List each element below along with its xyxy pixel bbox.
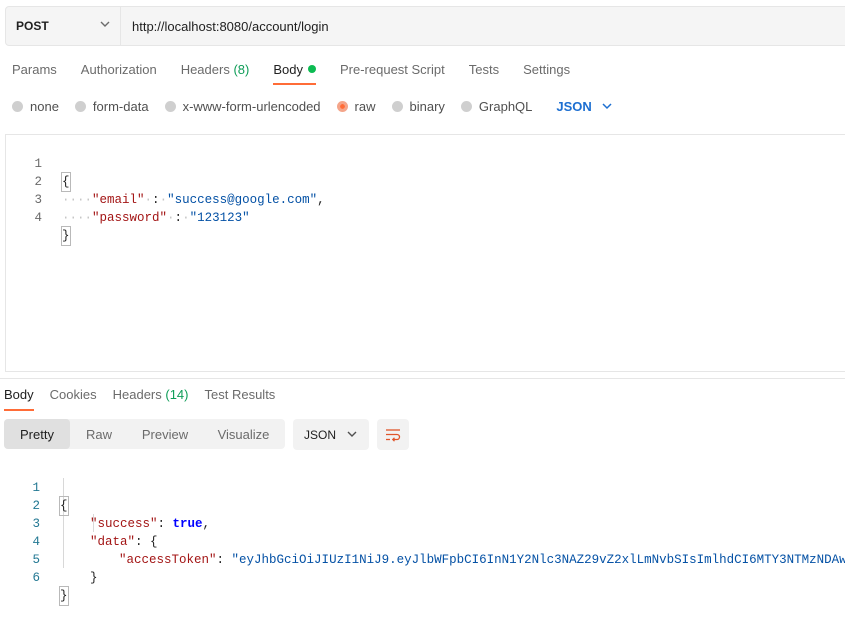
radio-label: none	[30, 98, 59, 114]
wrap-lines-icon	[386, 428, 401, 442]
body-type-options: none form-data x-www-form-urlencoded raw…	[12, 97, 612, 115]
json-key: "email"	[92, 193, 145, 207]
wrap-lines-button[interactable]	[377, 419, 409, 450]
json-value: true	[172, 517, 203, 531]
brace: {	[61, 172, 71, 192]
method-select[interactable]: POST	[6, 7, 121, 45]
json-value: "eyJhbGciOiJIUzI1NiJ9.eyJlbWFpbCI6InN1Y2…	[231, 553, 845, 567]
radio-icon	[164, 100, 176, 112]
json-comma: ,	[317, 193, 325, 207]
radio-binary[interactable]: binary	[391, 98, 445, 114]
code-line: 3 ····"password"·:·"123123"	[6, 173, 249, 225]
tab-label: Headers	[180, 62, 230, 77]
tab-label: Cookies	[49, 387, 97, 402]
tab-cookies[interactable]: Cookies	[50, 387, 97, 411]
tab-test-results[interactable]: Test Results	[205, 387, 276, 411]
tab-settings[interactable]: Settings	[523, 62, 570, 85]
code-line: 6 }	[0, 551, 69, 606]
brace: {	[150, 535, 158, 549]
radio-label: raw	[354, 98, 376, 114]
radio-none[interactable]: none	[12, 99, 59, 114]
brace: }	[90, 571, 98, 585]
tab-label: Authorization	[80, 62, 157, 77]
body-format-dropdown[interactable]: JSON	[556, 98, 612, 114]
tab-label: Params	[12, 62, 57, 77]
view-pretty-button[interactable]: Pretty	[4, 419, 70, 449]
radio-icon	[391, 100, 403, 112]
headers-count: (8)	[233, 62, 250, 77]
indent-guide	[63, 478, 64, 568]
headers-count: (14)	[165, 387, 189, 402]
code-line: 1 {	[6, 137, 71, 192]
tab-tests[interactable]: Tests	[469, 62, 499, 85]
request-tabs: Params Authorization Headers (8) Body Pr…	[12, 62, 594, 85]
code-line: 4 }	[6, 191, 71, 246]
body-format-label: JSON	[556, 98, 592, 114]
json-key: "accessToken"	[119, 553, 217, 567]
pane-divider[interactable]	[0, 378, 845, 379]
view-raw-button[interactable]: Raw	[70, 419, 128, 449]
view-preview-button[interactable]: Preview	[128, 419, 202, 449]
line-number: 6	[32, 571, 40, 585]
tab-label: Pre-request Script	[339, 62, 445, 77]
radio-icon	[12, 100, 23, 112]
code-line: 2 ····"email"·:·"success@google.com",	[6, 155, 324, 207]
tab-response-headers[interactable]: Headers (14)	[113, 387, 189, 411]
response-format-dropdown[interactable]: JSON	[293, 419, 369, 450]
tab-label: Settings	[523, 62, 571, 77]
radio-graphql[interactable]: GraphQL	[460, 98, 533, 114]
tab-authorization[interactable]: Authorization	[81, 62, 157, 85]
url-input[interactable]: http://localhost:8080/account/login	[132, 7, 329, 45]
response-format-label: JSON	[304, 427, 337, 442]
json-value: "123123"	[189, 211, 250, 225]
tab-label: Body	[273, 62, 303, 77]
code-line: 1 {	[0, 461, 69, 516]
response-body-viewer[interactable]: 1 { 2 "success": true, 3 "data": { 4 "ac…	[0, 460, 845, 606]
tab-label: Body	[4, 387, 34, 402]
response-tabs: Body Cookies Headers (14) Test Results	[4, 387, 291, 411]
response-view-switcher: Pretty Raw Preview Visualize	[4, 419, 285, 449]
radio-form-data[interactable]: form-data	[74, 98, 149, 114]
brace: {	[59, 496, 69, 516]
radio-icon	[74, 100, 86, 112]
radio-label: GraphQL	[478, 98, 533, 114]
radio-label: x-www-form-urlencoded	[182, 98, 321, 114]
brace: }	[61, 226, 71, 246]
tab-pre-request-script[interactable]: Pre-request Script	[340, 62, 445, 85]
radio-label: form-data	[92, 98, 149, 114]
whitespace-dots: ····	[62, 193, 93, 207]
code-line: 3 "data": {	[0, 497, 157, 549]
chevron-down-icon	[602, 102, 612, 109]
view-visualize-button[interactable]: Visualize	[202, 419, 285, 449]
tab-body[interactable]: Body	[273, 62, 316, 85]
tab-label: Tests	[468, 62, 500, 77]
line-number: 4	[34, 211, 42, 225]
json-key: "success"	[90, 517, 158, 531]
radio-label: binary	[409, 98, 445, 114]
method-label: POST	[16, 19, 49, 33]
chevron-down-icon	[347, 431, 357, 437]
radio-x-www-form-urlencoded[interactable]: x-www-form-urlencoded	[164, 98, 321, 114]
radio-icon	[460, 100, 472, 112]
whitespace-dots: ····	[62, 211, 93, 225]
chevron-down-icon	[100, 21, 110, 27]
tab-params[interactable]: Params	[12, 62, 57, 85]
json-value: "success@google.com"	[167, 193, 318, 207]
code-line: 2 "success": true,	[0, 479, 210, 531]
code-line: 4 "accessToken": "eyJhbGciOiJIUzI1NiJ9.e…	[0, 515, 845, 567]
tab-headers[interactable]: Headers (8)	[181, 62, 250, 85]
tab-label: Test Results	[204, 387, 276, 402]
tab-response-body[interactable]: Body	[4, 387, 34, 411]
request-bar: POST http://localhost:8080/account/login	[5, 6, 845, 46]
json-key: "data"	[90, 535, 136, 549]
radio-raw[interactable]: raw	[336, 98, 376, 114]
request-body-editor[interactable]: 1 { 2 ····"email"·:·"success@google.com"…	[5, 134, 845, 372]
tab-label: Headers	[112, 387, 162, 402]
json-key: "password"	[92, 211, 168, 225]
body-indicator-dot	[307, 65, 316, 73]
radio-checked-icon	[336, 100, 348, 112]
brace: }	[59, 586, 69, 606]
code-line: 5 }	[0, 533, 97, 585]
